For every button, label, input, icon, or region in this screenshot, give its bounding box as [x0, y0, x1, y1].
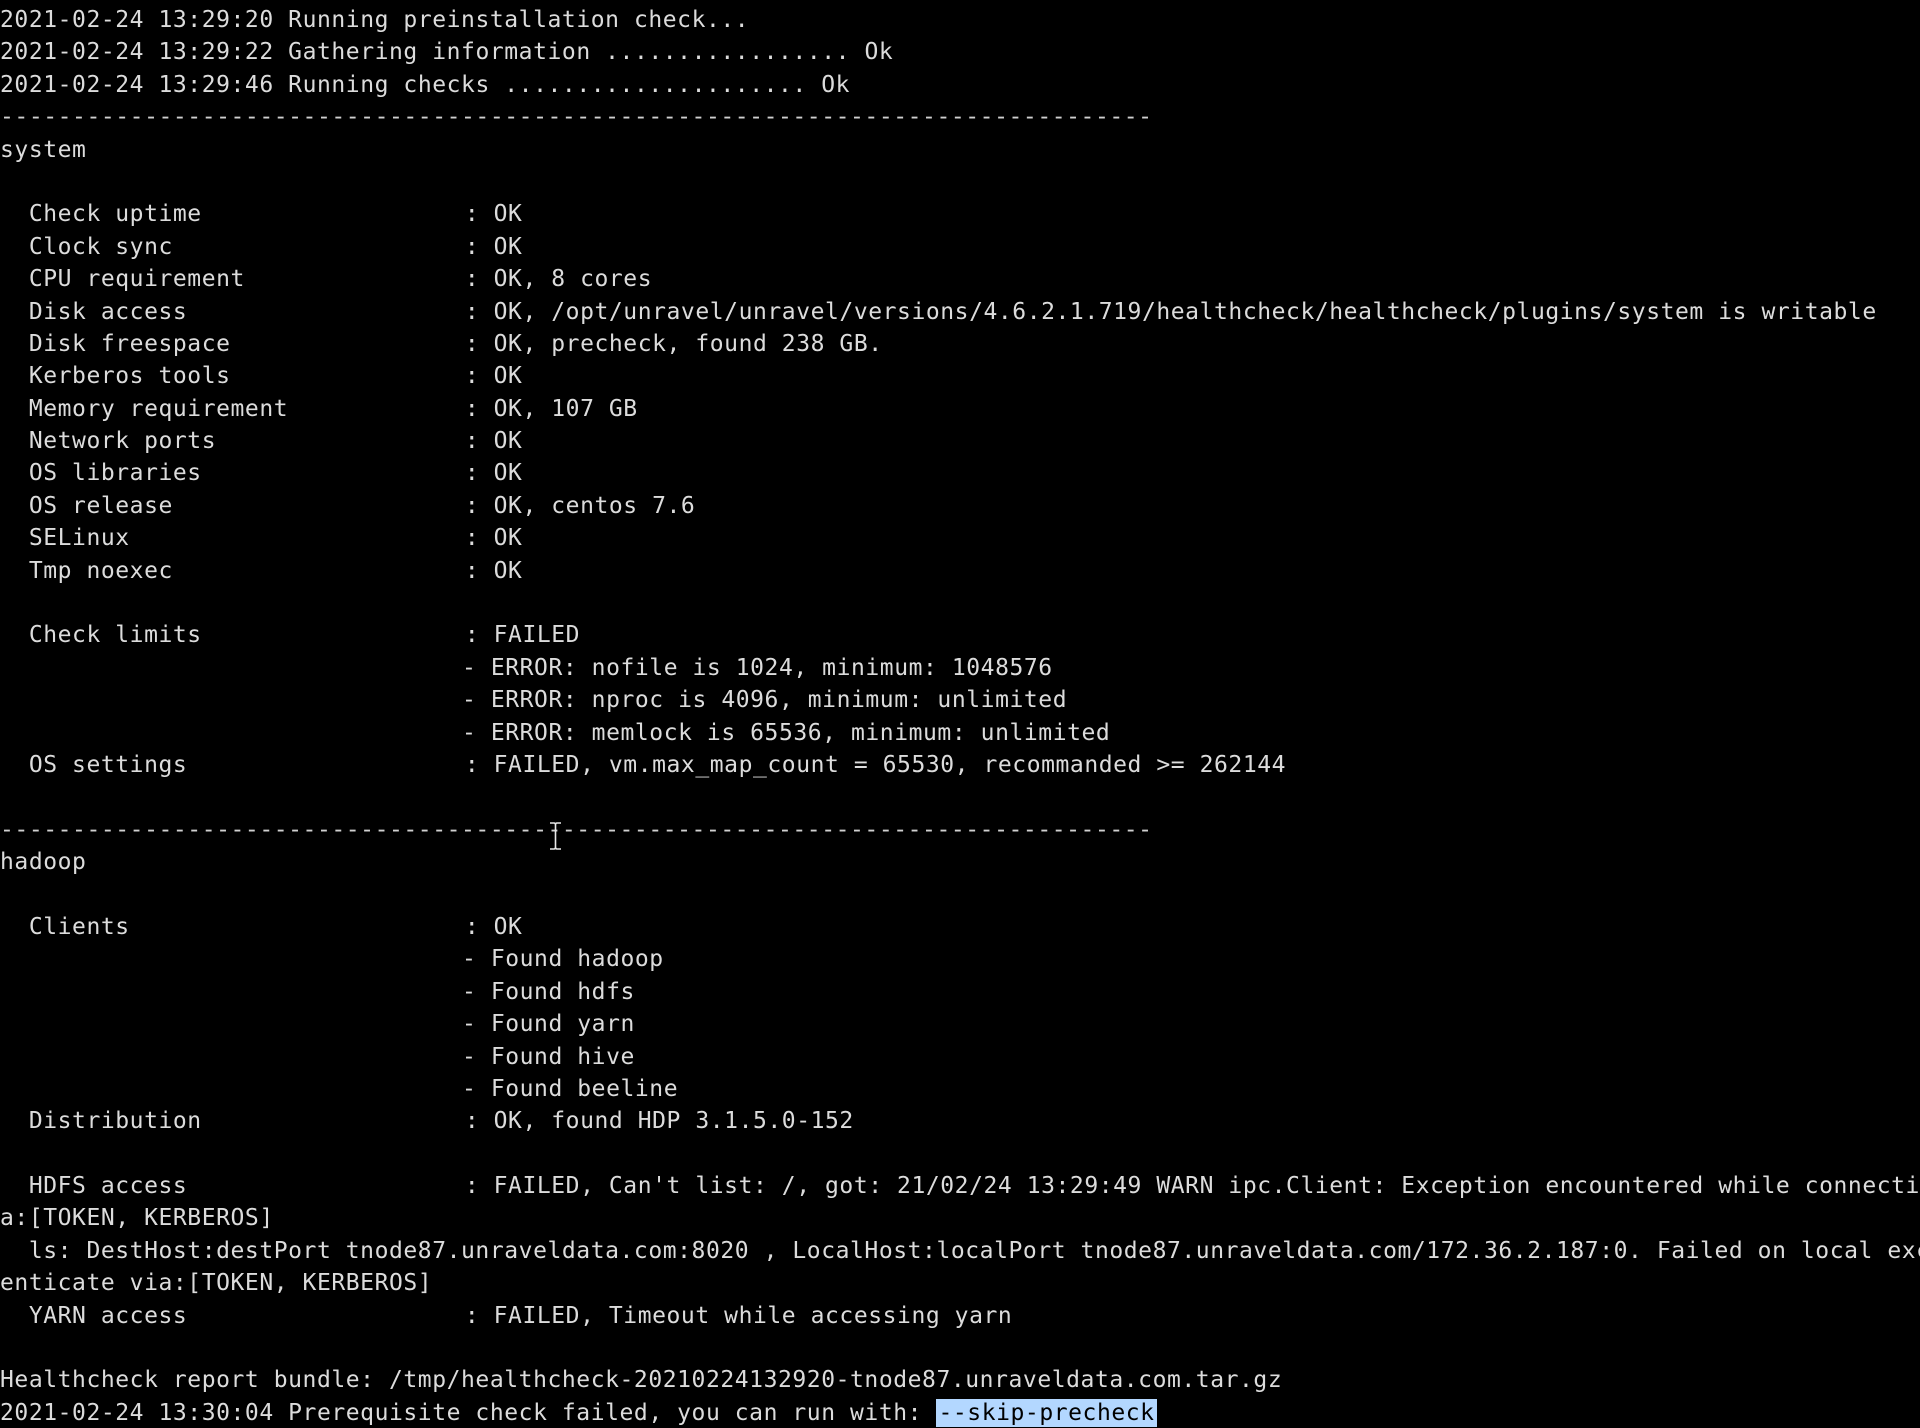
wrapped-output-line: ls: DestHost:destPort tnode87.unraveldat… [0, 1237, 1920, 1264]
separator-line: ----------------------------------------… [0, 104, 1153, 131]
check-row-network-ports: Network ports : OK [0, 425, 1920, 457]
check-result: : OK, precheck, found 238 GB. [464, 330, 883, 357]
check-row-clients: Clients : OK [0, 911, 1920, 943]
final-status-line: 2021-02-24 13:30:04 Prerequisite check f… [0, 1397, 1920, 1428]
check-result: : OK [464, 557, 523, 584]
check-label: Clients [28, 913, 130, 940]
final-status-message: 2021-02-24 13:30:04 Prerequisite check f… [0, 1399, 937, 1426]
log-timestamp: 2021-02-24 13:29:22 [0, 39, 274, 66]
log-timestamp: 2021-02-24 13:29:20 [0, 7, 274, 33]
check-label: Kerberos tools [28, 363, 231, 390]
check-row-limits: Check limits : FAILED [0, 619, 1920, 651]
found-client-hadoop: - Found hadoop [462, 946, 664, 973]
check-result: : FAILED [464, 622, 581, 649]
log-line-preinstall: 2021-02-24 13:29:20 Running preinstallat… [0, 4, 1920, 36]
separator-line: ----------------------------------------… [0, 816, 1153, 843]
check-label: CPU requirement [28, 266, 245, 293]
check-label: OS release [28, 492, 173, 519]
log-message: Gathering information ................. … [288, 39, 894, 66]
check-row-disk-access: Disk access : OK, /opt/unravel/unravel/ve… [0, 296, 1920, 328]
check-label: Clock sync [28, 233, 173, 260]
check-result: : OK [464, 201, 523, 228]
check-result: : OK, found HDP 3.1.5.0-152 [464, 1108, 854, 1135]
check-result: : OK, 8 cores [464, 266, 653, 293]
terminal-output[interactable]: 2021-02-24 13:29:20 Running preinstallat… [0, 4, 1920, 1428]
check-label: Tmp noexec [28, 557, 173, 584]
check-label: Check uptime [28, 201, 202, 228]
check-result: : OK, /opt/unravel/unravel/versions/4.6.… [464, 298, 1877, 325]
selected-flag-text[interactable]: --skip-precheck [936, 1398, 1157, 1427]
wrapped-output-line: enticate via:[TOKEN, KERBEROS] [0, 1270, 433, 1297]
found-client-beeline: - Found beeline [462, 1075, 679, 1102]
section-heading-hadoop: hadoop [0, 849, 87, 876]
check-result: : OK, 107 GB [464, 395, 638, 422]
check-label: SELinux [28, 525, 130, 552]
error-detail-memlock: - ERROR: memlock is 65536, minimum: unli… [462, 719, 1111, 746]
check-row-tmp-noexec: Tmp noexec : OK [0, 555, 1920, 587]
check-row-os-settings: OS settings : FAILED, vm.max_map_count = … [0, 749, 1920, 781]
check-result: : OK [464, 363, 523, 390]
log-message: Running preinstallation check... [288, 7, 750, 33]
log-line-gathering: 2021-02-24 13:29:22 Gathering informatio… [0, 36, 1920, 68]
check-row-distribution: Distribution : OK, found HDP 3.1.5.0-152 [0, 1105, 1920, 1137]
check-result: : OK [464, 913, 523, 940]
check-row-disk-freespace: Disk freespace : OK, precheck, found 238 … [0, 328, 1920, 360]
check-row-kerberos: Kerberos tools : OK [0, 360, 1920, 392]
check-result: : OK [464, 233, 523, 260]
check-label: HDFS access [28, 1173, 188, 1200]
check-result: : OK [464, 525, 523, 552]
check-row-hdfs-access: HDFS access : FAILED, Can't list: /, got:… [0, 1170, 1920, 1202]
log-line-running-checks: 2021-02-24 13:29:46 Running checks .....… [0, 69, 1920, 101]
check-label: Disk freespace [28, 330, 231, 357]
found-client-hive: - Found hive [462, 1043, 635, 1070]
check-row-selinux: SELinux : OK [0, 522, 1920, 554]
check-label: Distribution [28, 1108, 202, 1135]
found-client-yarn: - Found yarn [462, 1011, 635, 1038]
section-heading-system: system [0, 136, 87, 163]
check-row-cpu: CPU requirement : OK, 8 cores [0, 263, 1920, 295]
check-row-yarn-access: YARN access : FAILED, Timeout while acces… [0, 1300, 1920, 1332]
check-row-clock-sync: Clock sync : OK [0, 231, 1920, 263]
check-row-os-libraries: OS libraries : OK [0, 457, 1920, 489]
wrapped-output-line: a:[TOKEN, KERBEROS] [0, 1205, 274, 1232]
check-result: : FAILED, Timeout while accessing yarn [464, 1302, 1013, 1329]
check-result: : FAILED, Can't list: /, got: 21/02/24 1… [464, 1173, 1920, 1200]
check-result: : FAILED, vm.max_map_count = 65530, reco… [464, 751, 1287, 778]
log-message: Running checks ..................... Ok [288, 71, 851, 98]
check-label: OS settings [28, 751, 188, 778]
check-row-memory: Memory requirement : OK, 107 GB [0, 393, 1920, 425]
check-label: OS libraries [28, 460, 202, 487]
log-timestamp: 2021-02-24 13:29:46 [0, 71, 274, 98]
text-cursor-icon [550, 822, 561, 850]
check-result: : OK, centos 7.6 [464, 492, 696, 519]
check-result: : OK [464, 428, 523, 455]
check-result: : OK [464, 460, 523, 487]
report-bundle-line: Healthcheck report bundle: /tmp/healthch… [0, 1367, 1283, 1394]
error-detail-nofile: - ERROR: nofile is 1024, minimum: 104857… [462, 654, 1053, 681]
found-client-hdfs: - Found hdfs [462, 978, 635, 1005]
check-label: Check limits [28, 622, 202, 649]
check-label: Memory requirement [28, 395, 289, 422]
check-row-os-release: OS release : OK, centos 7.6 [0, 490, 1920, 522]
check-label: Disk access [28, 298, 188, 325]
error-detail-nproc: - ERROR: nproc is 4096, minimum: unlimit… [462, 687, 1068, 714]
check-label: YARN access [28, 1302, 188, 1329]
check-label: Network ports [28, 428, 217, 455]
check-row-uptime: Check uptime : OK [0, 198, 1920, 230]
